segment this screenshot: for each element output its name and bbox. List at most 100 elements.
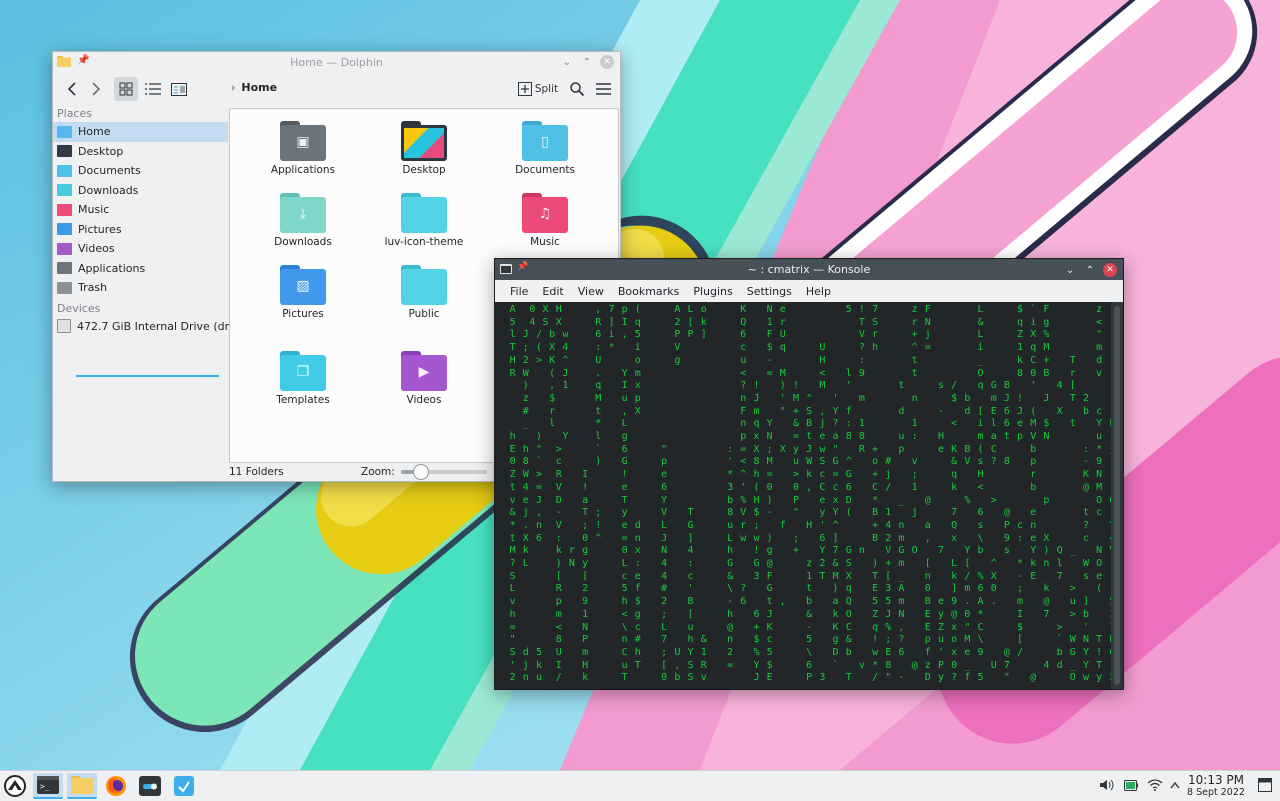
dolphin-toolbar: › Home Split	[53, 72, 620, 106]
applications-folder-icon	[57, 262, 72, 275]
folder-label: Applications	[270, 164, 336, 176]
network-icon[interactable]	[1146, 776, 1164, 794]
preview-panel-button[interactable]	[167, 77, 191, 101]
search-button[interactable]	[567, 77, 587, 101]
application-launcher[interactable]	[0, 773, 30, 799]
split-button[interactable]: Split	[517, 77, 559, 101]
terminal-line: t X 6 : 0 ^ = n J ] L w w ) ; 6 ] B 2 m …	[503, 532, 1119, 544]
place-downloads[interactable]: Downloads	[53, 181, 228, 201]
folder-item[interactable]: ▣ Applications	[248, 121, 358, 176]
details-view-button[interactable]	[141, 77, 165, 101]
clock-time: 10:13 PM	[1188, 773, 1244, 787]
terminal-line: H 2 > K ^ U o g u - H : t _ k C + T d	[503, 354, 1103, 366]
battery-icon[interactable]	[1122, 776, 1140, 794]
home-folder-icon	[57, 125, 72, 138]
show-desktop-icon[interactable]	[1256, 776, 1274, 794]
menu-edit[interactable]: Edit	[535, 285, 570, 298]
task-konsole[interactable]: >_	[33, 773, 63, 799]
konsole-task-icon: >_	[37, 776, 59, 794]
maximize-button[interactable]: ⌃	[1083, 263, 1097, 277]
terminal-output[interactable]: A 0 X H , 7 p ( A L o K N e 5 ! 7 z F L …	[495, 302, 1119, 689]
terminal-line: T ; ( X 4 : * i V c $ q U ? h ^ = i 1 q …	[503, 342, 1103, 354]
icons-view-button[interactable]	[114, 77, 138, 101]
menu-view[interactable]: View	[571, 285, 611, 298]
place-label: Pictures	[78, 222, 122, 236]
system-settings-icon	[139, 776, 161, 796]
back-button[interactable]	[61, 77, 83, 101]
place-documents[interactable]: Documents	[53, 161, 228, 181]
task-discover[interactable]	[169, 773, 199, 799]
konsole-titlebar[interactable]: 📌 ~ : cmatrix — Konsole ⌄ ⌃ ✕	[495, 259, 1123, 280]
pictures-folder-icon	[57, 223, 72, 236]
maximize-button[interactable]: ⌃	[580, 55, 594, 69]
trash-icon	[57, 281, 72, 294]
zoom-slider-handle[interactable]	[412, 464, 429, 480]
minimize-button[interactable]: ⌄	[560, 55, 574, 69]
places-panel: Places Home Desktop Documents Downloads Musi…	[53, 106, 251, 481]
folder-label: Desktop	[402, 164, 446, 176]
place-label: Documents	[78, 164, 141, 178]
folder-item[interactable]: Desktop	[369, 121, 479, 176]
menu-button[interactable]	[593, 77, 613, 101]
folder-item[interactable]: ⤓ Downloads	[248, 193, 358, 248]
breadcrumb[interactable]: › Home	[231, 81, 277, 94]
menu-settings[interactable]: Settings	[740, 285, 799, 298]
place-label: Music	[78, 203, 110, 217]
breadcrumb-home[interactable]: Home	[241, 81, 277, 94]
folder-label: Pictures	[282, 308, 324, 320]
forward-arrow-icon	[92, 82, 101, 96]
place-videos[interactable]: Videos	[53, 239, 228, 259]
folder-item[interactable]: ▶ Videos	[369, 351, 479, 406]
desktop-folder-icon	[401, 121, 447, 161]
documents-folder-icon	[57, 164, 72, 177]
zoom-label: Zoom:	[361, 466, 395, 478]
terminal-line: h m 1 < g ; [ h 6 J & k O Z J N E y @ 0 …	[503, 608, 1119, 620]
task-firefox[interactable]	[101, 773, 131, 799]
terminal-line: _ l * L n q Y & B j ? : 1 1 < i l 6 e M …	[503, 418, 1119, 430]
place-trash[interactable]: Trash	[53, 278, 228, 298]
place-music[interactable]: Music	[53, 200, 228, 220]
terminal-line: # r t , X F m " + S , Y f d - d [ E 6 J …	[503, 405, 1119, 417]
place-pictures[interactable]: Pictures	[53, 220, 228, 240]
close-button[interactable]: ✕	[1103, 263, 1117, 277]
place-label: Trash	[78, 281, 108, 295]
zoom-slider[interactable]	[400, 464, 487, 480]
scrollbar-thumb[interactable]	[1114, 306, 1120, 685]
folder-item[interactable]: ▨ Pictures	[248, 265, 358, 320]
menu-help[interactable]: Help	[799, 285, 838, 298]
close-button[interactable]: ✕	[600, 55, 614, 69]
place-desktop[interactable]: Desktop	[53, 142, 228, 162]
volume-icon[interactable]	[1098, 776, 1116, 794]
task-dolphin[interactable]	[67, 773, 97, 799]
digital-clock[interactable]: 10:13 PM 8 Sept 2022	[1185, 773, 1247, 798]
folder-item[interactable]: ❐ Templates	[248, 351, 358, 406]
folder-item[interactable]: ♫ Music	[490, 193, 600, 248]
desktop-folder-icon	[57, 145, 72, 158]
public-folder-icon	[401, 265, 447, 305]
forward-button[interactable]	[85, 77, 107, 101]
app-launcher-icon	[4, 775, 26, 797]
place-label: Desktop	[78, 144, 124, 158]
drive-usage-bar	[76, 375, 219, 377]
place-applications[interactable]: Applications	[53, 259, 228, 279]
terminal-line: R W ( J . Y m < = M < l 9 t O 8 0 B r v	[503, 367, 1103, 379]
place-home[interactable]: Home	[53, 122, 228, 142]
taskbar: >_ 10:13 PM 8 Sept 2022	[0, 770, 1280, 801]
minimize-button[interactable]: ⌄	[1063, 263, 1077, 277]
hamburger-menu-icon	[595, 83, 611, 95]
device-internal-drive[interactable]: 472.7 GiB Internal Drive (dm-2)	[53, 317, 251, 337]
terminal-line: 5 4 S X R ] I q 2 [ k Q 1 r T S r N & q …	[503, 316, 1119, 328]
dolphin-titlebar[interactable]: 📌 Home — Dolphin ⌄ ⌃ ✕	[53, 52, 620, 72]
folder-label: Music	[530, 236, 560, 248]
folder-item[interactable]: luv-icon-theme	[369, 193, 479, 248]
menu-plugins[interactable]: Plugins	[686, 285, 739, 298]
task-system-settings[interactable]	[135, 773, 165, 799]
tray-expand-icon[interactable]	[1166, 776, 1184, 794]
folder-label: Downloads	[274, 236, 332, 248]
folder-item[interactable]: Public	[369, 265, 479, 320]
scrollbar[interactable]	[1111, 302, 1123, 689]
menu-file[interactable]: File	[503, 285, 535, 298]
menu-bookmarks[interactable]: Bookmarks	[611, 285, 686, 298]
folder-item[interactable]: ▯ Documents	[490, 121, 600, 176]
terminal-line: Z W > R I ! e * ^ h = > k c = G + j ; q …	[503, 469, 1119, 481]
